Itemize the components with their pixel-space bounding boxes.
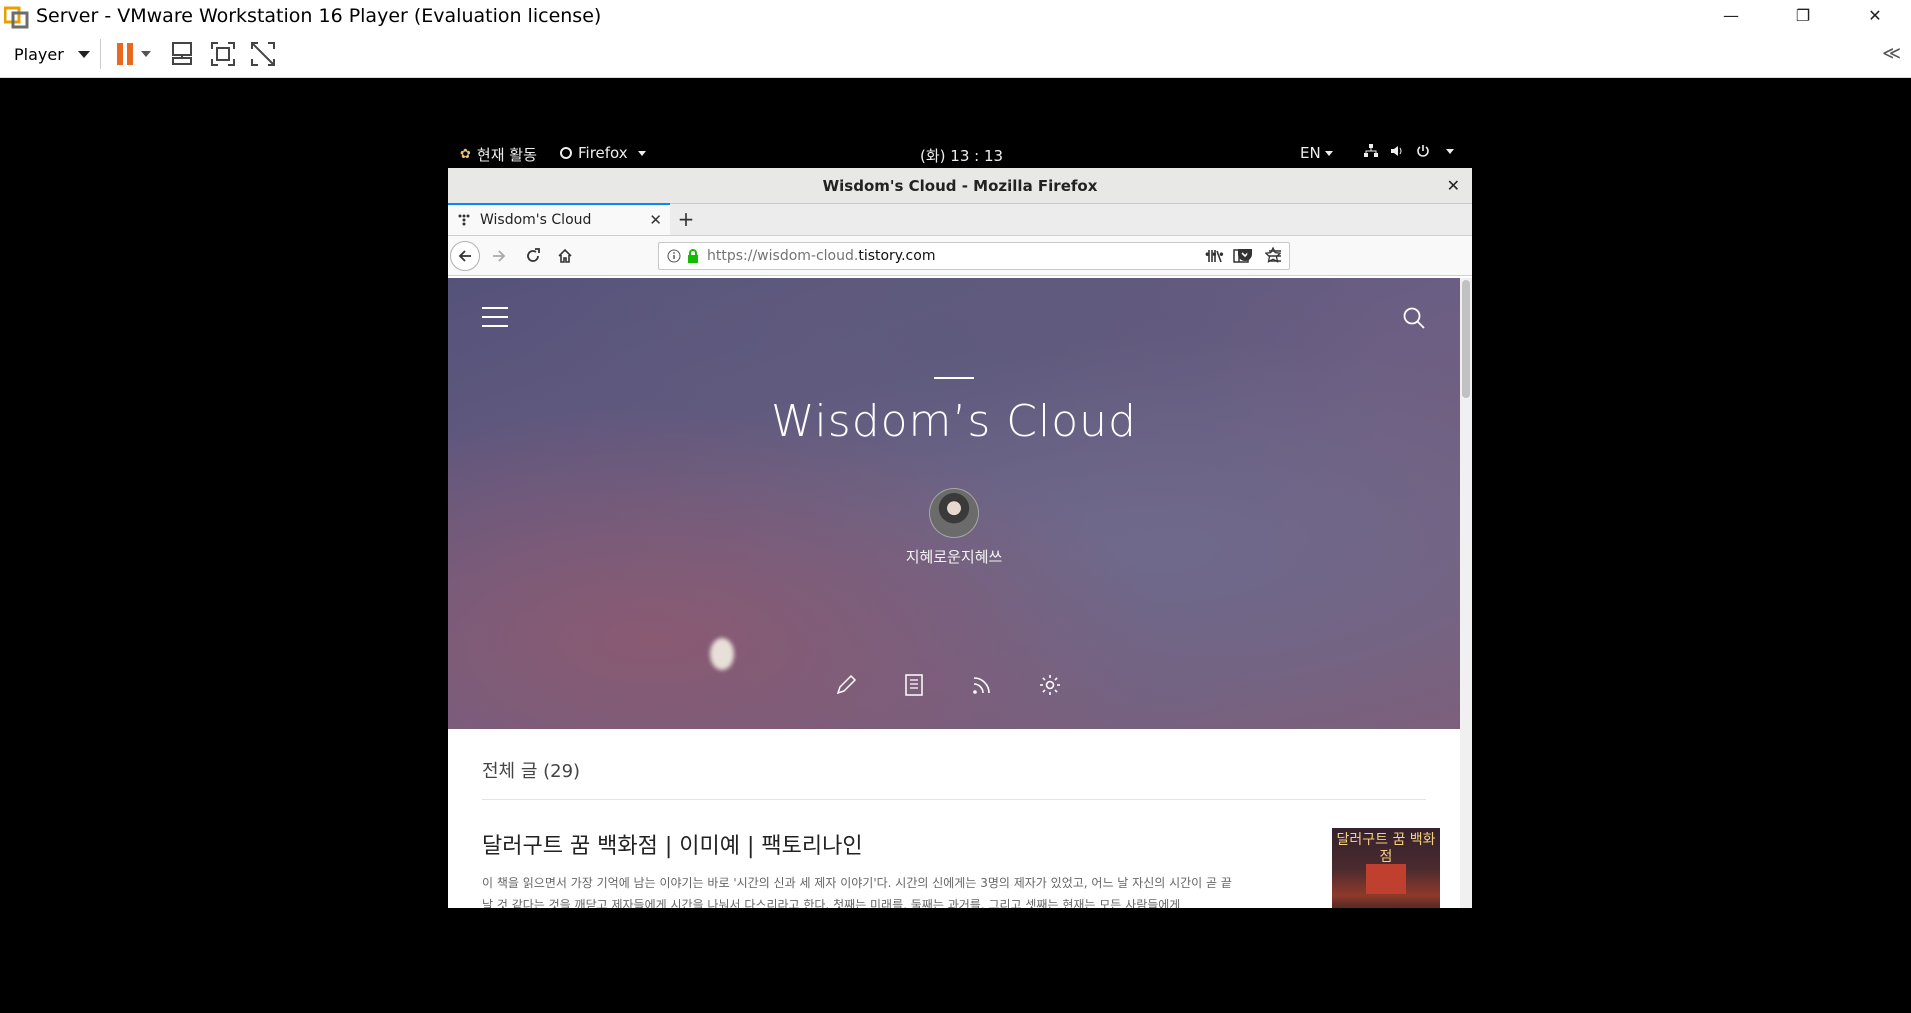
rss-icon[interactable] — [970, 673, 994, 697]
navigation-toolbar: https://wisdom-cloud.tistory.com ••• — [448, 236, 1472, 276]
pencil-icon[interactable] — [834, 673, 858, 697]
firefox-app-icon — [560, 147, 572, 159]
vmware-titlebar: Server - VMware Workstation 16 Player (E… — [0, 0, 1911, 31]
hero-background-light — [710, 638, 734, 670]
home-icon — [558, 248, 572, 263]
tab-wisdoms-cloud[interactable]: Wisdom's Cloud ✕ — [448, 203, 670, 235]
activities-label: 현재 활동 — [476, 146, 537, 164]
post-title[interactable]: 달러구트 꿈 백화점 | 이미예 | 팩토리나인 — [482, 828, 1426, 860]
arrow-right-icon — [493, 250, 506, 262]
guest-screen[interactable]: ✿ 현재 활동 Firefox (화) 13 : 13 EN Wisdom's … — [448, 138, 1472, 908]
activities-button[interactable]: ✿ 현재 활동 — [460, 144, 537, 165]
player-menu-label: Player — [14, 44, 64, 64]
network-icon — [1364, 144, 1378, 157]
blog-header: Wisdom’s Cloud 지혜로운지혜쓰 — [448, 278, 1460, 729]
full-screen-icon[interactable] — [209, 40, 237, 68]
sidebar-icon[interactable] — [1233, 248, 1249, 264]
clock[interactable]: (화) 13 : 13 — [920, 145, 1003, 166]
scrollbar-thumb[interactable] — [1462, 280, 1470, 398]
menu-icon[interactable] — [1267, 248, 1283, 264]
toolbar-divider — [99, 39, 101, 69]
new-tab-button[interactable]: + — [670, 203, 702, 235]
chevron-down-icon — [77, 50, 90, 58]
window-title: Server - VMware Workstation 16 Player (E… — [36, 4, 602, 27]
close-button[interactable]: ✕ — [1839, 0, 1911, 31]
url-domain: tistory.com — [858, 248, 936, 264]
pause-icon[interactable] — [116, 43, 133, 65]
app-menu[interactable]: Firefox — [560, 144, 646, 162]
firefox-window-title: Wisdom's Cloud - Mozilla Firefox — [822, 176, 1098, 195]
url-bar[interactable]: https://wisdom-cloud.tistory.com ••• — [658, 242, 1290, 270]
volume-icon — [1391, 146, 1402, 156]
menu-icon[interactable] — [482, 307, 508, 334]
title-divider — [934, 377, 974, 379]
input-language-label: EN — [1300, 144, 1321, 162]
post-excerpt: 이 책을 읽으면서 가장 기억에 남는 이야기는 바로 '시간의 신과 세 제자… — [482, 876, 1232, 908]
post-count: 전체 글 (29) — [482, 757, 1426, 800]
lock-icon[interactable] — [687, 249, 699, 263]
arrow-left-icon — [458, 250, 471, 262]
list-item[interactable]: 달러구트 꿈 백화점 | 이미예 | 팩토리나인 이 책을 읽으면서 가장 기억… — [482, 828, 1440, 908]
collapse-toolbar-icon[interactable]: ≪ — [1882, 43, 1901, 64]
search-icon[interactable] — [1402, 306, 1426, 330]
guestbook-icon[interactable] — [902, 673, 926, 697]
web-page[interactable]: Wisdom’s Cloud 지혜로운지혜쓰 전체 글 (29) 달러구트 꿈 … — [448, 278, 1460, 908]
reload-button[interactable] — [518, 241, 548, 271]
chevron-down-icon — [1324, 151, 1333, 156]
chevron-down-icon — [1446, 148, 1454, 154]
tab-strip: Wisdom's Cloud ✕ + — [448, 203, 1472, 236]
thumbnail-book-title: 달러구트 꿈 백화점 — [1336, 832, 1436, 865]
back-button[interactable] — [450, 241, 480, 271]
post-thumbnail[interactable]: 달러구트 꿈 백화점 — [1332, 828, 1440, 908]
blog-title[interactable]: Wisdom’s Cloud — [448, 396, 1460, 447]
input-language[interactable]: EN — [1300, 144, 1333, 162]
avatar[interactable] — [929, 488, 979, 538]
vmware-logo-icon — [4, 6, 29, 28]
library-icon[interactable] — [1207, 248, 1223, 264]
maximize-button[interactable]: ❐ — [1767, 0, 1839, 31]
app-menu-label: Firefox — [578, 144, 628, 162]
minimize-button[interactable]: — — [1695, 0, 1767, 31]
url-text: https://wisdom-cloud.tistory.com — [707, 248, 935, 264]
vmware-toolbar: Player ≪ — [0, 31, 1911, 78]
tab-label: Wisdom's Cloud — [480, 212, 592, 228]
close-tab-icon[interactable]: ✕ — [649, 211, 662, 229]
url-prefix: https://wisdom-cloud. — [707, 248, 859, 264]
send-ctrl-alt-del-icon[interactable] — [169, 40, 197, 68]
power-icon — [1417, 145, 1429, 157]
gnome-top-bar: ✿ 현재 활동 Firefox (화) 13 : 13 EN — [448, 138, 1472, 168]
power-options-chevron-icon[interactable] — [140, 51, 151, 57]
admin-icons — [834, 673, 1062, 697]
author-name[interactable]: 지혜로운지혜쓰 — [448, 546, 1460, 567]
system-menu[interactable] — [1364, 144, 1454, 158]
unity-mode-icon[interactable] — [249, 40, 277, 68]
close-icon[interactable]: ✕ — [1447, 176, 1460, 195]
info-icon[interactable] — [667, 249, 681, 263]
gnome-foot-icon: ✿ — [460, 147, 471, 162]
forward-button[interactable] — [484, 241, 514, 271]
reload-icon — [527, 248, 540, 262]
firefox-window: Wisdom's Cloud - Mozilla Firefox ✕ Wisdo… — [448, 168, 1472, 908]
home-button[interactable] — [550, 241, 580, 271]
firefox-titlebar: Wisdom's Cloud - Mozilla Firefox ✕ — [448, 168, 1472, 204]
tistory-favicon-icon — [458, 214, 470, 226]
player-menu[interactable]: Player — [14, 45, 90, 64]
thumbnail-building-illustration — [1366, 864, 1406, 894]
chevron-down-icon — [637, 150, 646, 156]
gear-icon[interactable] — [1038, 673, 1062, 697]
